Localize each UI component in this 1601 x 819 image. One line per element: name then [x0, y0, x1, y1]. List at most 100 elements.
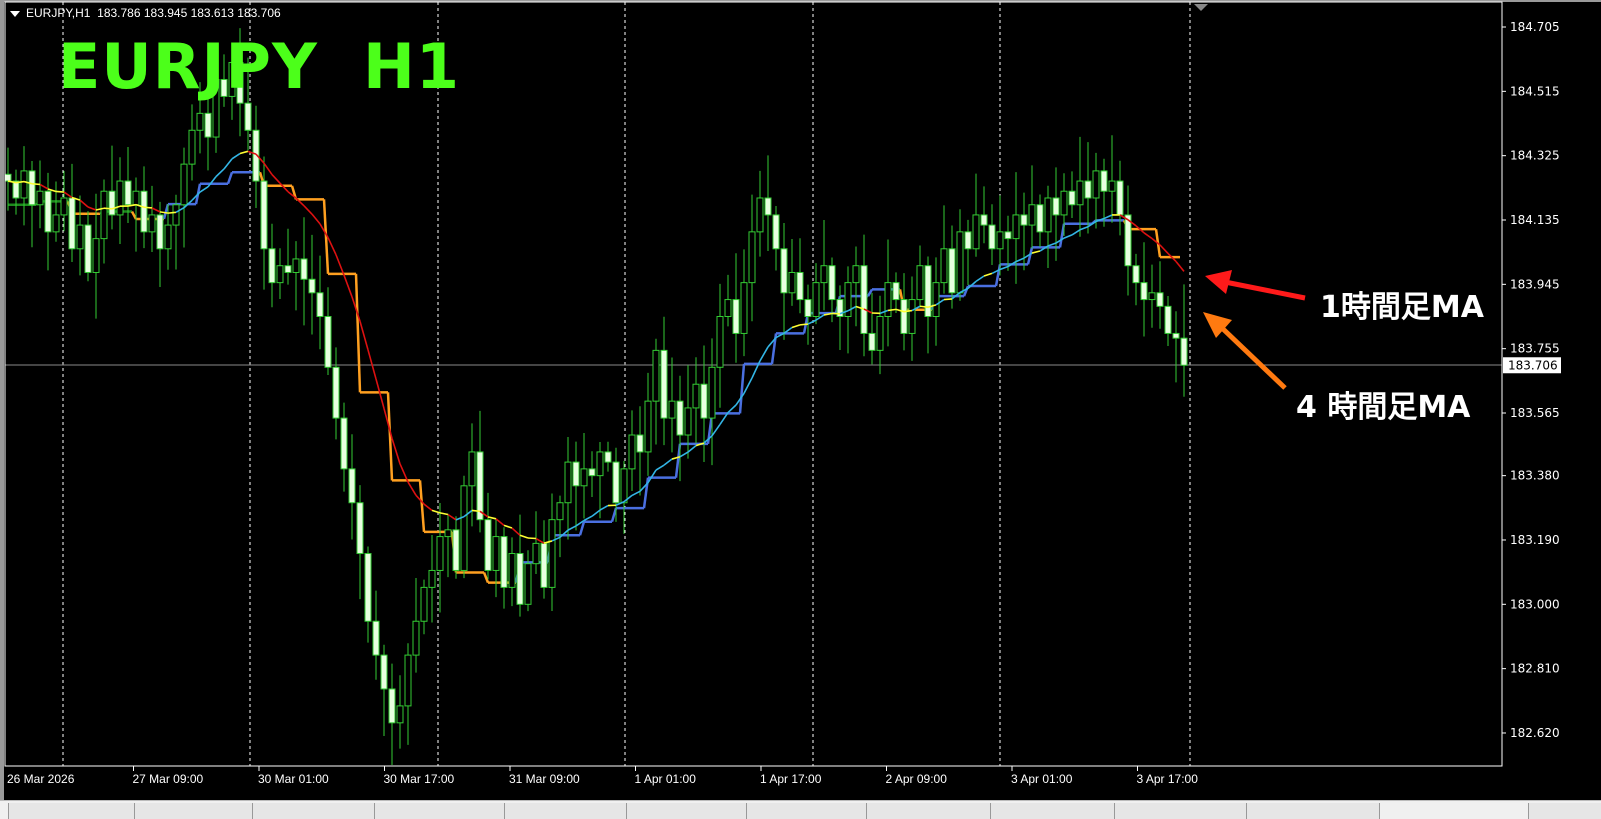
bear-candle-body	[861, 266, 867, 334]
ma-1h-segment	[40, 184, 48, 189]
chart-tab[interactable]	[252, 803, 376, 819]
collapse-triangle-icon[interactable]	[10, 11, 20, 17]
bear-candle-body	[453, 530, 459, 571]
bull-candle-body	[1045, 198, 1051, 232]
price-tick-label: 183.755	[1510, 342, 1560, 356]
chart-tab-bar	[0, 800, 1601, 819]
candle	[173, 195, 179, 270]
bull-candle-body	[1149, 293, 1155, 300]
ma-1h-segment	[424, 504, 432, 510]
candle	[605, 442, 611, 472]
candle	[317, 256, 323, 350]
ma-4h-step	[740, 364, 744, 413]
bull-candle-body	[693, 384, 699, 408]
bull-candle-body	[1061, 191, 1067, 215]
candle	[1149, 265, 1155, 328]
bear-candle-body	[109, 191, 115, 215]
bear-candle-body	[365, 554, 371, 622]
annotation-ma-4h: 4 時間足MA	[1296, 382, 1470, 426]
bull-candle-body	[757, 198, 763, 232]
ma-1h-segment	[512, 528, 520, 535]
bull-candle-body	[725, 300, 731, 317]
ma-1h-segment	[1048, 243, 1056, 246]
ma-1h-segment	[1080, 227, 1088, 230]
ma-1h-segment	[688, 446, 696, 452]
bear-candle-body	[261, 181, 267, 249]
bull-candle-body	[117, 181, 123, 215]
ma-1h-segment	[1032, 251, 1040, 253]
chart-tab[interactable]	[8, 803, 136, 819]
ma-1h-segment	[568, 526, 576, 530]
candle	[285, 229, 291, 285]
chart-tab[interactable]	[626, 803, 748, 819]
time-tick-label: 1 Apr 01:00	[635, 772, 697, 786]
time-tick-label: 31 Mar 09:00	[509, 772, 580, 786]
bear-candle-body	[13, 181, 19, 198]
candle	[1173, 311, 1179, 382]
bear-candle-body	[357, 503, 363, 554]
bull-candle-body	[101, 191, 107, 238]
bear-candle-body	[1005, 232, 1011, 239]
ma-1h-segment	[224, 159, 232, 169]
ma-1h-segment	[1064, 235, 1072, 238]
chart-tab[interactable]	[1114, 803, 1248, 819]
ma-1h-segment	[536, 539, 544, 544]
bear-candle-body	[829, 266, 835, 300]
ma-1h-segment	[712, 424, 720, 435]
bear-candle-body	[701, 384, 707, 418]
price-axis[interactable]: 184.705184.515184.325184.135183.945183.7…	[1502, 20, 1561, 740]
time-axis[interactable]: 26 Mar 202627 Mar 09:0030 Mar 01:0030 Ma…	[7, 766, 1198, 786]
bull-candle-body	[941, 249, 947, 283]
bull-candle-body	[877, 317, 883, 351]
candle	[493, 518, 499, 597]
chart-tab[interactable]	[134, 803, 254, 819]
chart-shift-marker[interactable]	[1194, 4, 1208, 11]
bear-candle-body	[989, 225, 995, 249]
candle	[581, 433, 587, 519]
bear-candle-body	[869, 333, 875, 350]
price-tick-label: 183.190	[1510, 533, 1560, 547]
ma-1h-segment	[504, 525, 512, 528]
chart-tab[interactable]	[1528, 803, 1601, 819]
bear-candle-body	[85, 225, 91, 272]
candle	[573, 442, 579, 531]
candle	[1085, 142, 1091, 233]
bull-candle-body	[61, 198, 67, 215]
candle	[429, 535, 435, 623]
bull-candle-body	[749, 232, 755, 283]
ma-1h-segment	[920, 306, 928, 307]
bull-candle-body	[957, 232, 963, 293]
price-tick-label: 183.945	[1510, 277, 1560, 291]
bull-candle-body	[597, 452, 603, 476]
time-tick-label: 2 Apr 09:00	[886, 772, 948, 786]
ma-1h-segment	[1160, 245, 1168, 253]
symbol-title-overlay: EURJPY H1	[58, 30, 460, 103]
ma-1h-segment	[648, 470, 656, 483]
bear-candle-body	[781, 249, 787, 293]
ma-4h-step	[1060, 224, 1064, 248]
candle	[813, 263, 819, 324]
bear-candle-body	[485, 520, 491, 571]
chart-tab[interactable]	[1246, 803, 1380, 819]
chart-tab[interactable]	[746, 803, 868, 819]
bull-candle-body	[397, 706, 403, 723]
bear-candle-body	[389, 689, 395, 723]
bear-candle-body	[1125, 215, 1131, 266]
candle	[389, 664, 395, 765]
bull-candle-body	[741, 283, 747, 334]
candle	[1101, 159, 1107, 227]
candle	[1069, 171, 1075, 218]
chart-tab[interactable]	[504, 803, 628, 819]
candle	[117, 157, 123, 244]
ma-1h-segment	[168, 212, 176, 213]
bull-candle-body	[197, 113, 203, 130]
ma-1h-segment	[1016, 258, 1024, 261]
annotation-ma-1h: 1時間足MA	[1320, 282, 1484, 326]
chart-tab[interactable]	[866, 803, 992, 819]
ma-4h-step	[228, 172, 232, 184]
candle	[1141, 242, 1147, 336]
bull-candle-body	[629, 435, 635, 469]
chart-tab[interactable]	[990, 803, 1116, 819]
bear-candle-body	[29, 171, 35, 205]
chart-tab[interactable]	[374, 803, 506, 819]
